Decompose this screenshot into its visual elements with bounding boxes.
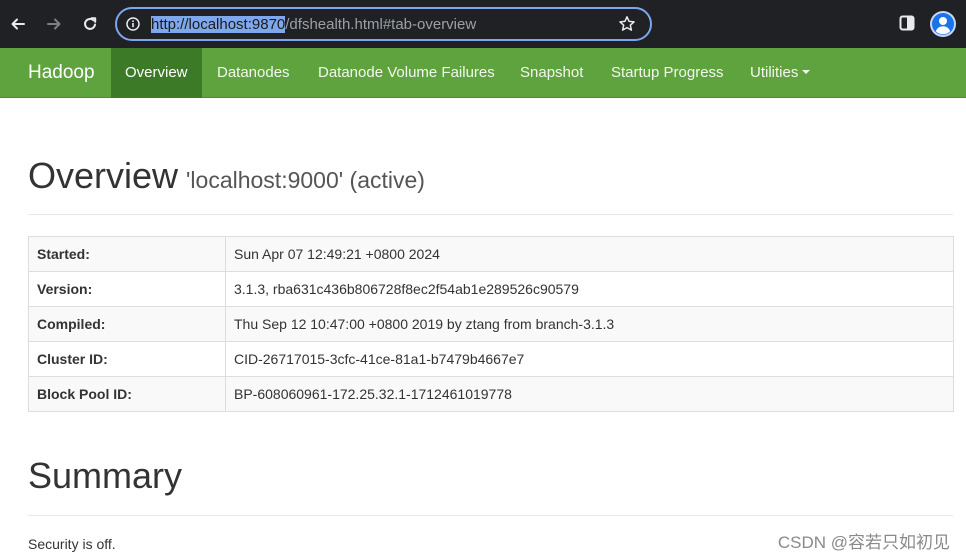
browser-toolbar: http://localhost:9870/dfshealth.html#tab…	[0, 0, 966, 48]
address-bar[interactable]: http://localhost:9870/dfshealth.html#tab…	[115, 7, 652, 41]
page-title: Overview	[28, 155, 179, 196]
summary-divider	[28, 515, 953, 516]
back-arrow-icon	[11, 18, 25, 30]
caret-down-icon	[802, 70, 811, 75]
table-row: Started: Sun Apr 07 12:49:21 +0800 2024	[28, 236, 954, 272]
row-value: BP-608060961-172.25.32.1-1712461019778	[225, 376, 954, 412]
nav-item-utilities-label: Utilities	[750, 64, 799, 81]
nav-item-datanode-volume-failures[interactable]: Datanode Volume Failures	[318, 48, 495, 98]
bookmark-star-icon[interactable]	[618, 15, 636, 33]
profile-person-icon	[932, 13, 954, 35]
summary-title: Summary	[28, 455, 183, 496]
table-row: Cluster ID: CID-26717015-3cfc-41ce-81a1-…	[28, 341, 954, 377]
security-status-text: Security is off.	[28, 536, 116, 552]
csdn-watermark: CSDN @容若只如初见	[777, 533, 950, 552]
overview-table: Started: Sun Apr 07 12:49:21 +0800 2024 …	[28, 236, 954, 412]
row-value: 3.1.3, rba631c436b806728f8ec2f54ab1e2895…	[225, 271, 954, 307]
row-value: CID-26717015-3cfc-41ce-81a1-b7479b4667e7	[225, 341, 954, 377]
row-label: Started:	[28, 236, 226, 272]
overview-divider	[28, 214, 953, 215]
nav-item-snapshot[interactable]: Snapshot	[520, 48, 583, 98]
page-subtitle: 'localhost:9000' (active)	[186, 167, 425, 193]
table-row: Version: 3.1.3, rba631c436b806728f8ec2f5…	[28, 271, 954, 307]
hadoop-navbar: Hadoop Overview Datanodes Datanode Volum…	[0, 48, 966, 98]
nav-item-datanodes[interactable]: Datanodes	[217, 48, 290, 98]
nav-item-overview[interactable]: Overview	[111, 48, 202, 98]
navbar-brand[interactable]: Hadoop	[28, 48, 95, 98]
back-button[interactable]	[6, 12, 30, 36]
url-selected-text: http://localhost:9870	[151, 16, 286, 33]
overview-heading: Overview 'localhost:9000' (active)	[28, 155, 425, 197]
table-row: Block Pool ID: BP-608060961-172.25.32.1-…	[28, 376, 954, 412]
nav-item-startup-progress[interactable]: Startup Progress	[611, 48, 724, 98]
side-panel-icon[interactable]	[899, 15, 915, 31]
profile-avatar[interactable]	[930, 11, 956, 37]
table-row: Compiled: Thu Sep 12 10:47:00 +0800 2019…	[28, 306, 954, 342]
row-label: Block Pool ID:	[28, 376, 226, 412]
reload-icon	[84, 17, 97, 30]
forward-arrow-icon	[47, 18, 61, 30]
forward-button[interactable]	[42, 12, 66, 36]
row-label: Version:	[28, 271, 226, 307]
row-value: Thu Sep 12 10:47:00 +0800 2019 by ztang …	[225, 306, 954, 342]
site-info-icon[interactable]	[126, 17, 140, 31]
nav-item-utilities[interactable]: Utilities	[750, 48, 811, 98]
row-value: Sun Apr 07 12:49:21 +0800 2024	[225, 236, 954, 272]
row-label: Compiled:	[28, 306, 226, 342]
row-label: Cluster ID:	[28, 341, 226, 377]
reload-button[interactable]	[78, 12, 102, 36]
url-path-text: /dfshealth.html#tab-overview	[285, 16, 477, 33]
url-text[interactable]: http://localhost:9870/dfshealth.html#tab…	[151, 16, 476, 34]
toolbar-spacer	[660, 7, 880, 41]
